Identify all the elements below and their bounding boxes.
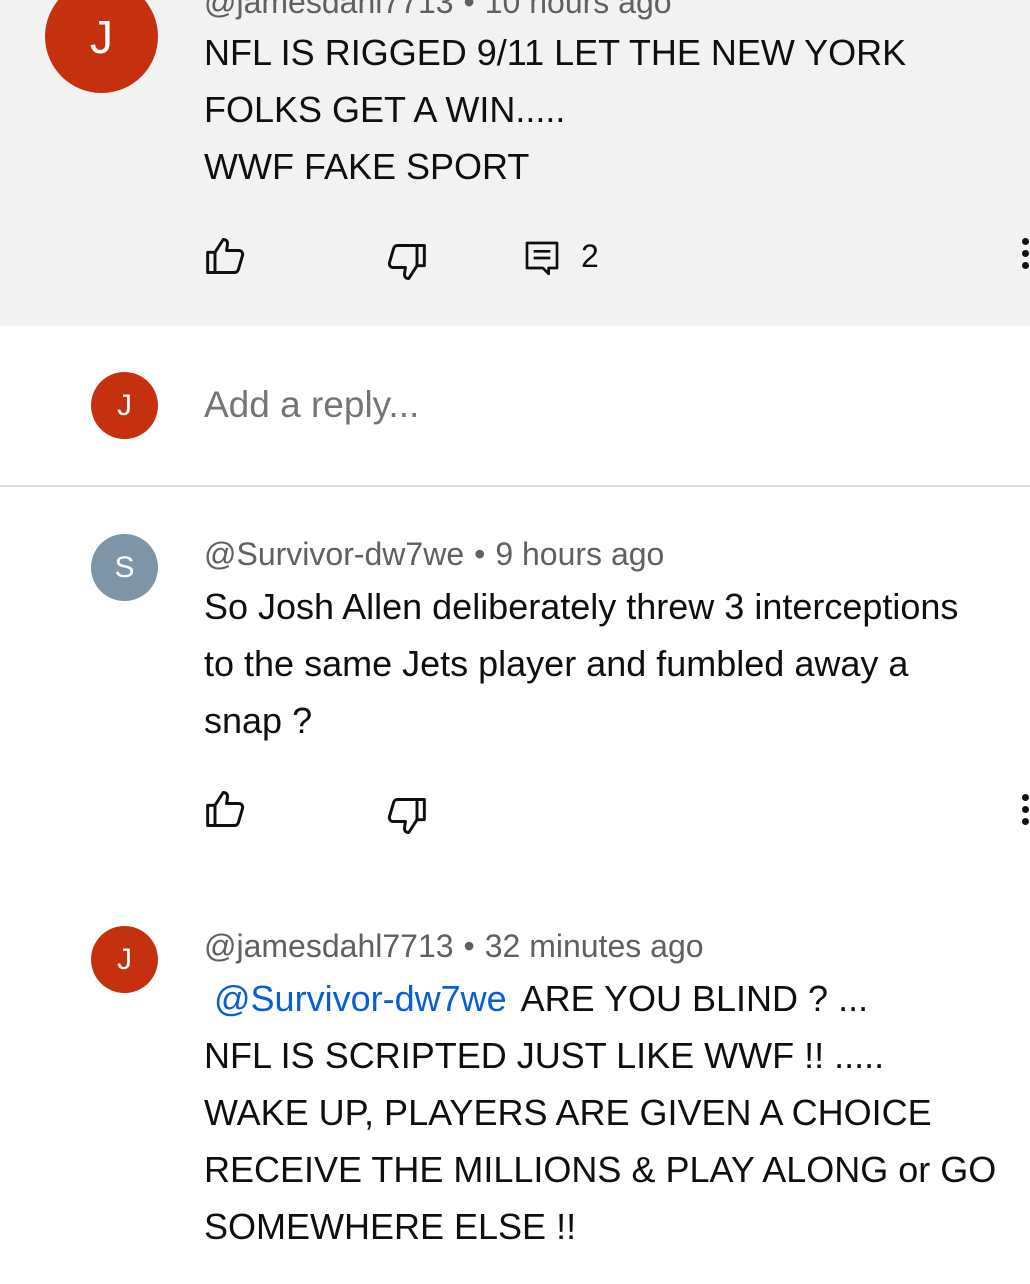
comment-line: So Josh Allen deliberately threw 3 inter… <box>204 586 959 627</box>
avatar[interactable]: S <box>91 534 158 601</box>
parent-comment: J @jamesdahl7713 • 10 hours ago NFL IS RIG… <box>0 0 1030 326</box>
comment-body: @Survivor-dw7we ARE YOU BLIND ? ... NFL I… <box>204 970 996 1255</box>
separator: • <box>474 536 486 572</box>
author-handle[interactable]: @Survivor-dw7we <box>204 536 464 572</box>
comment-text: ARE YOU BLIND ? ... <box>520 978 869 1019</box>
separator: • <box>463 0 475 20</box>
more-icon[interactable] <box>1022 794 1030 834</box>
reply-count[interactable]: 2 <box>581 238 599 275</box>
comment-line: NFL IS RIGGED 9/11 LET THE NEW YORK <box>204 32 907 73</box>
comment-header: @jamesdahl7713 • 10 hours ago <box>204 0 672 21</box>
dislike-icon[interactable] <box>384 794 428 838</box>
comment-header: @jamesdahl7713 • 32 minutes ago <box>204 928 704 965</box>
avatar: J <box>91 372 158 439</box>
comment-line: snap ? <box>204 700 313 741</box>
avatar-letter: J <box>90 10 113 63</box>
comment-line: FOLKS GET A WIN..... <box>204 89 566 130</box>
author-handle[interactable]: @jamesdahl7713 <box>204 0 454 20</box>
comment-line: @Survivor-dw7we ARE YOU BLIND ? ... <box>204 970 996 1027</box>
comment-header: @Survivor-dw7we • 9 hours ago <box>204 536 664 573</box>
separator: • <box>463 928 475 964</box>
avatar-letter: S <box>114 550 135 584</box>
like-icon[interactable] <box>204 234 248 278</box>
timestamp[interactable]: 32 minutes ago <box>485 928 704 964</box>
avatar-letter: J <box>117 942 132 976</box>
avatar[interactable]: J <box>91 926 158 993</box>
comment-line: WAKE UP, PLAYERS ARE GIVEN A CHOICE <box>204 1092 932 1133</box>
comment-body: NFL IS RIGGED 9/11 LET THE NEW YORK FOLK… <box>204 24 906 195</box>
comment-line: NFL IS SCRIPTED JUST LIKE WWF !! ..... <box>204 1035 885 1076</box>
avatar-letter: J <box>117 388 132 422</box>
mention-link[interactable]: @Survivor-dw7we <box>214 978 507 1019</box>
comment-body: So Josh Allen deliberately threw 3 inter… <box>204 578 958 749</box>
comment-line: WWF FAKE SPORT <box>204 146 530 187</box>
timestamp[interactable]: 9 hours ago <box>495 536 664 572</box>
comment-line: to the same Jets player and fumbled away… <box>204 643 909 684</box>
timestamp[interactable]: 10 hours ago <box>485 0 672 20</box>
comment-line: RECEIVE THE MILLIONS & PLAY ALONG or GO <box>204 1149 997 1190</box>
dislike-icon[interactable] <box>384 240 428 284</box>
divider <box>0 485 1030 487</box>
author-handle[interactable]: @jamesdahl7713 <box>204 928 454 964</box>
reply-input[interactable] <box>204 384 904 426</box>
comment-line: SOMEWHERE ELSE !! <box>204 1206 577 1247</box>
more-icon[interactable] <box>1022 238 1030 278</box>
reply-icon[interactable] <box>522 238 562 278</box>
like-icon[interactable] <box>204 787 248 831</box>
avatar[interactable]: J <box>45 0 158 93</box>
